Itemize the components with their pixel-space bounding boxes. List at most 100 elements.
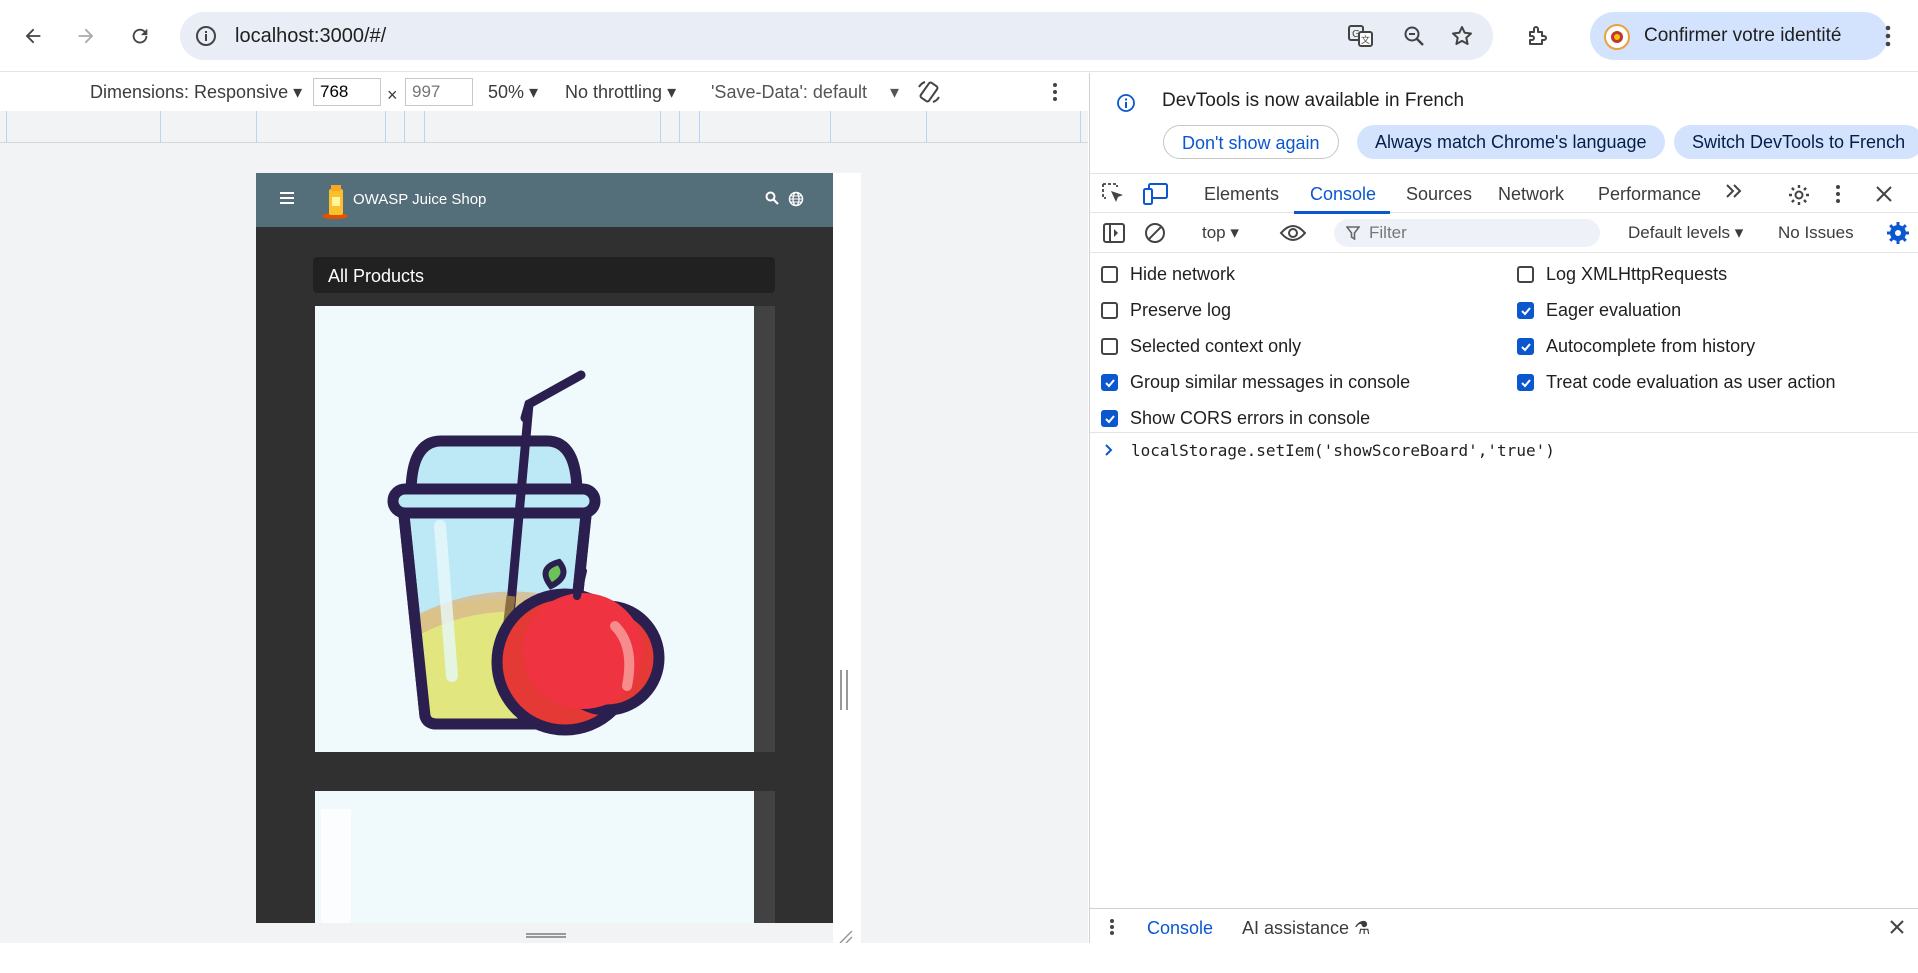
back-button[interactable] [17, 20, 49, 52]
tab-elements[interactable]: Elements [1204, 184, 1279, 205]
emulated-page[interactable]: OWASP Juice Shop All Products [256, 173, 861, 973]
console-prompt[interactable]: localStorage.setIem('showScoreBoard','tr… [1090, 435, 1918, 465]
hide-network-checkbox[interactable]: Hide network [1101, 264, 1235, 285]
media-query-ruler[interactable] [0, 111, 1088, 143]
sidebar-toggle-icon[interactable] [1103, 223, 1125, 243]
preserve-log-checkbox[interactable]: Preserve log [1101, 300, 1231, 321]
height-input[interactable] [405, 78, 473, 106]
app-title[interactable]: OWASP Juice Shop [353, 191, 486, 208]
zoom-icon[interactable] [1402, 24, 1426, 48]
console-input-text[interactable]: localStorage.setIem('showScoreBoard','tr… [1131, 441, 1555, 460]
width-input[interactable] [313, 78, 381, 106]
log-xhr-checkbox[interactable]: Log XMLHttpRequests [1517, 264, 1727, 285]
product-card[interactable] [315, 791, 775, 923]
chevron-down-icon: ▾ [529, 82, 539, 102]
live-expression-eye-icon[interactable] [1279, 223, 1307, 243]
save-data-dropdown[interactable]: 'Save-Data': default ▾ [711, 82, 899, 103]
url-text[interactable]: localhost:3000/#/ [235, 25, 386, 48]
devtools-settings-gear-icon[interactable] [1787, 183, 1811, 207]
product-card[interactable] [315, 306, 775, 752]
address-bar[interactable]: localhost:3000/#/ G文 [180, 12, 1493, 60]
drawer-more-icon[interactable] [1109, 918, 1115, 936]
console-filter-input[interactable]: Filter [1334, 219, 1600, 247]
zoom-dropdown[interactable]: 50% ▾ [488, 82, 538, 103]
selected-context-only-checkbox[interactable]: Selected context only [1101, 336, 1301, 357]
products-heading-bar: All Products [313, 257, 775, 293]
levels-value: Default levels [1628, 223, 1731, 242]
bottom-resize-handle[interactable] [526, 933, 566, 938]
console-settings-gear-icon[interactable] [1886, 221, 1910, 245]
throttling-value: No throttling [565, 82, 663, 102]
profile-button[interactable]: Confirmer votre identité [1590, 12, 1888, 60]
devtools-more-icon[interactable] [1835, 184, 1841, 204]
site-info-icon[interactable] [194, 24, 218, 48]
juice-shop-logo[interactable] [319, 183, 353, 219]
checkbox-box[interactable] [1517, 266, 1534, 283]
context-selector[interactable]: top ▾ [1202, 223, 1239, 243]
devtools-drawer-bar: Console AI assistance ⚗ [1090, 908, 1918, 943]
svg-text:文: 文 [1361, 34, 1370, 46]
drawer-tab-ai-label: AI assistance [1242, 918, 1350, 938]
checkbox-box[interactable] [1101, 338, 1118, 355]
tab-performance[interactable]: Performance [1598, 184, 1701, 205]
product-image[interactable] [315, 791, 754, 923]
log-levels-dropdown[interactable]: Default levels ▾ [1628, 223, 1743, 243]
clear-console-icon[interactable] [1144, 222, 1166, 244]
autocomplete-history-checkbox[interactable]: Autocomplete from history [1517, 336, 1755, 357]
more-tabs-icon[interactable] [1724, 181, 1744, 201]
checkmark-icon [1520, 342, 1531, 351]
browser-menu-button[interactable] [1872, 20, 1904, 52]
extensions-button[interactable] [1522, 20, 1554, 52]
switch-to-french-button[interactable]: Switch DevTools to French [1674, 125, 1918, 159]
issues-counter[interactable]: No Issues [1778, 223, 1854, 243]
product-image[interactable] [315, 306, 754, 752]
hamburger-menu-icon[interactable] [280, 192, 294, 204]
checkbox-label: Hide network [1130, 264, 1236, 284]
forward-button[interactable] [70, 20, 102, 52]
translate-icon[interactable]: G文 [1348, 24, 1374, 48]
app-toolbar: OWASP Juice Shop [256, 173, 833, 227]
viewport-resize-handle[interactable] [840, 670, 848, 710]
tab-network[interactable]: Network [1498, 184, 1564, 205]
reload-button[interactable] [124, 20, 156, 52]
show-cors-errors-checkbox[interactable]: Show CORS errors in console [1101, 408, 1370, 429]
tab-console[interactable]: Console [1310, 184, 1376, 205]
checkbox-box[interactable] [1517, 338, 1534, 355]
checkbox-box[interactable] [1517, 374, 1534, 391]
throttling-dropdown[interactable]: No throttling ▾ [565, 82, 676, 103]
profile-label: Confirmer votre identité [1644, 25, 1842, 46]
chevron-down-icon: ▾ [1734, 223, 1744, 242]
corner-resize-icon[interactable] [838, 931, 854, 943]
chevron-down-icon: ▾ [293, 82, 303, 102]
inspect-element-icon[interactable] [1102, 183, 1126, 205]
checkbox-box[interactable] [1101, 410, 1118, 427]
close-devtools-icon[interactable] [1876, 186, 1892, 202]
rotate-icon[interactable] [916, 79, 942, 105]
language-globe-icon[interactable] [788, 191, 804, 207]
tab-sources[interactable]: Sources [1406, 184, 1472, 205]
treat-code-evaluation-checkbox[interactable]: Treat code evaluation as user action [1517, 372, 1836, 393]
dont-show-again-button[interactable]: Don't show again [1163, 125, 1339, 159]
checkmark-icon [1520, 306, 1531, 315]
search-icon[interactable] [765, 191, 779, 205]
dimensions-dropdown[interactable]: Dimensions: Responsive ▾ [90, 82, 302, 103]
bookmark-star-icon[interactable] [1450, 24, 1474, 48]
checkbox-label: Show CORS errors in console [1130, 408, 1371, 428]
device-toggle-icon[interactable] [1143, 183, 1169, 205]
checkbox-box[interactable] [1101, 266, 1118, 283]
checkbox-box[interactable] [1517, 302, 1534, 319]
reload-icon [132, 28, 148, 44]
match-chrome-language-button[interactable]: Always match Chrome's language [1357, 125, 1665, 159]
checkbox-box[interactable] [1101, 302, 1118, 319]
checkmark-icon [1104, 414, 1115, 423]
device-toolbar-more-icon[interactable] [1052, 82, 1058, 102]
checkbox-label: Preserve log [1130, 300, 1232, 320]
group-similar-checkbox[interactable]: Group similar messages in console [1101, 372, 1410, 393]
checkbox-box[interactable] [1101, 374, 1118, 391]
drawer-tab-console[interactable]: Console [1147, 918, 1213, 939]
viewport-scroll-strip [833, 173, 861, 973]
close-drawer-icon[interactable] [1890, 920, 1904, 934]
eager-evaluation-checkbox[interactable]: Eager evaluation [1517, 300, 1681, 321]
drawer-tab-ai-assistance[interactable]: AI assistance ⚗ [1242, 918, 1370, 939]
chevron-down-icon: ▾ [1230, 223, 1239, 242]
